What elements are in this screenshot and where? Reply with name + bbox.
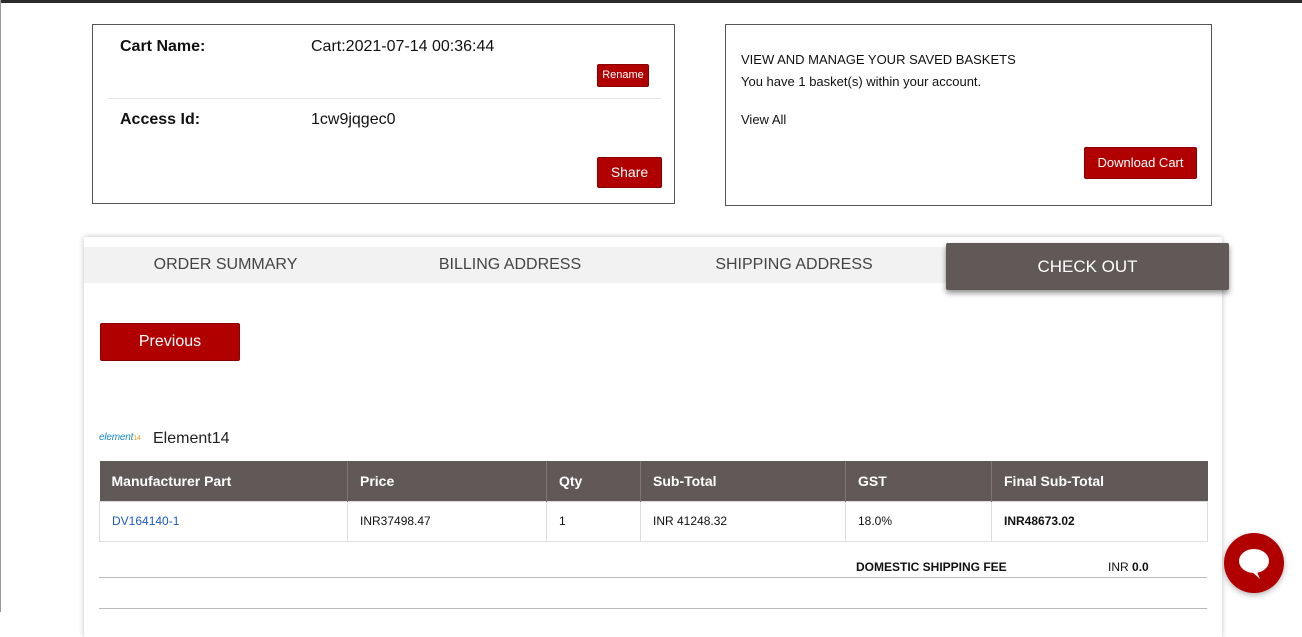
tab-order-summary[interactable]: ORDER SUMMARY xyxy=(84,247,367,283)
previous-button[interactable]: Previous xyxy=(100,323,240,361)
tab-check-out[interactable]: CHECK OUT xyxy=(946,243,1229,290)
column-header-qty: Qty xyxy=(546,461,641,501)
cart-info-panel: Cart Name: Cart:2021-07-14 00:36:44 Rena… xyxy=(92,24,675,204)
table-header-row: Manufacturer Part Price Qty Sub-Total GS… xyxy=(99,461,1208,501)
checkout-panel: ORDER SUMMARY BILLING ADDRESS SHIPPING A… xyxy=(84,237,1229,637)
cell-final-subtotal: INR48673.02 xyxy=(991,500,1208,542)
saved-baskets-heading: VIEW AND MANAGE YOUR SAVED BASKETS xyxy=(741,52,1016,67)
shipping-fee-value: INR 0.0 xyxy=(1108,560,1149,574)
divider xyxy=(99,608,1207,609)
cell-gst: 18.0% xyxy=(845,500,992,542)
tab-billing-address[interactable]: BILLING ADDRESS xyxy=(368,247,652,283)
column-header-manufacturer-part: Manufacturer Part xyxy=(99,461,348,501)
top-border xyxy=(0,0,1302,3)
distributor-name: Element14 xyxy=(153,430,230,447)
access-id-value: 1cw9jqgec0 xyxy=(311,111,396,128)
column-header-gst: GST xyxy=(845,461,992,501)
divider xyxy=(99,577,1207,578)
column-header-price: Price xyxy=(347,461,547,501)
tab-shipping-address[interactable]: SHIPPING ADDRESS xyxy=(652,247,936,283)
rename-button[interactable]: Rename xyxy=(597,64,649,87)
view-all-link[interactable]: View All xyxy=(741,112,786,127)
element14-logo: element14 xyxy=(99,432,141,443)
column-header-subtotal: Sub-Total xyxy=(640,461,846,501)
cell-price: INR37498.47 xyxy=(347,500,547,542)
cart-divider xyxy=(108,98,661,99)
chat-button[interactable] xyxy=(1224,533,1284,593)
saved-baskets-panel: VIEW AND MANAGE YOUR SAVED BASKETS You h… xyxy=(725,24,1212,206)
part-link[interactable]: DV164140-1 xyxy=(112,514,179,528)
cell-qty: 1 xyxy=(546,500,641,542)
cart-name-value: Cart:2021-07-14 00:36:44 xyxy=(311,38,495,55)
access-id-label: Access Id: xyxy=(120,111,201,128)
shipping-fee-label: DOMESTIC SHIPPING FEE xyxy=(856,560,1007,574)
column-header-final-subtotal: Final Sub-Total xyxy=(991,461,1208,501)
table-row: DV164140-1 INR37498.47 1 INR 41248.32 18… xyxy=(99,500,1208,542)
cart-name-label: Cart Name: xyxy=(120,38,206,55)
download-cart-button[interactable]: Download Cart xyxy=(1084,147,1197,179)
cell-subtotal: INR 41248.32 xyxy=(640,500,846,542)
cart-items-table: Manufacturer Part Price Qty Sub-Total GS… xyxy=(99,461,1208,542)
basket-count-text: You have 1 basket(s) within your account… xyxy=(741,74,982,89)
left-border xyxy=(0,0,1,612)
share-button[interactable]: Share xyxy=(597,157,662,188)
chat-bubble-icon xyxy=(1239,549,1269,579)
cell-part: DV164140-1 xyxy=(99,500,348,542)
